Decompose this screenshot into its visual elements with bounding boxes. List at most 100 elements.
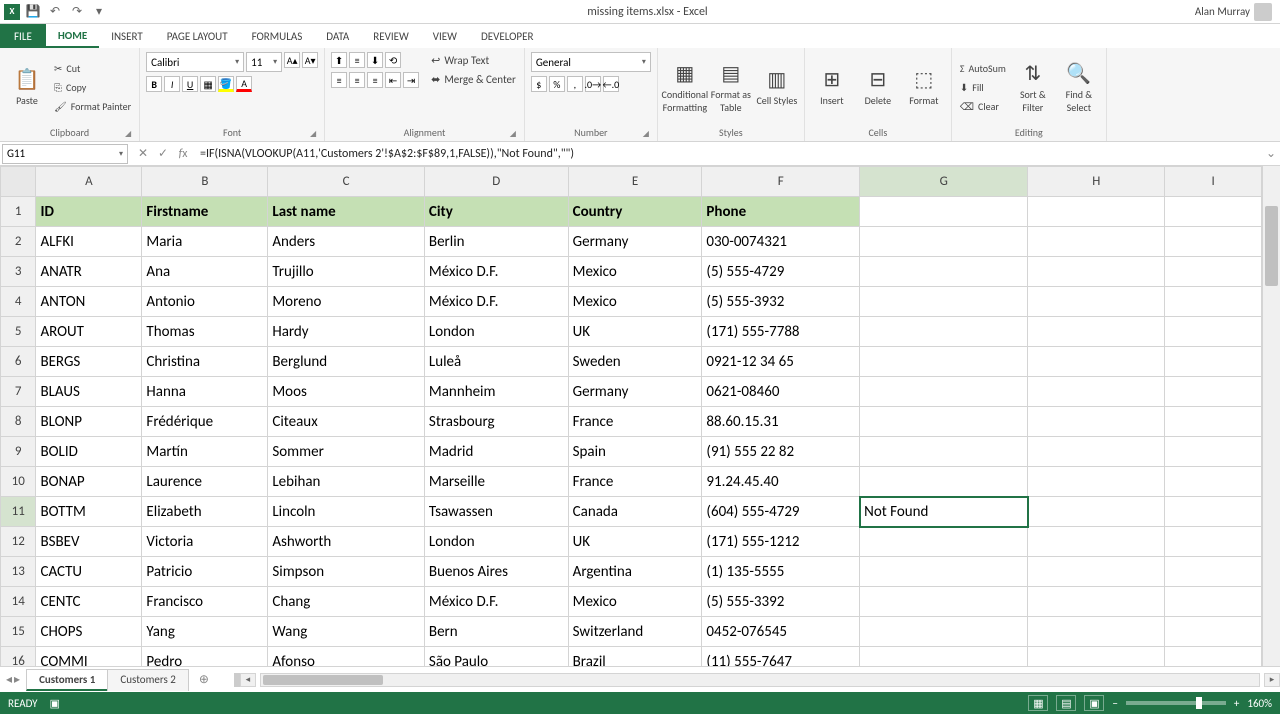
cell[interactable]: Yang <box>142 617 268 647</box>
page-break-view-button[interactable]: ▣ <box>1084 695 1104 711</box>
merge-center-button[interactable]: ⬌Merge & Center <box>429 71 518 88</box>
zoom-slider[interactable] <box>1126 701 1226 705</box>
column-header[interactable]: B <box>142 167 268 197</box>
cell[interactable]: México D.F. <box>424 257 568 287</box>
cell[interactable]: Trujillo <box>268 257 425 287</box>
cell[interactable]: Antonio <box>142 287 268 317</box>
cell[interactable]: London <box>424 527 568 557</box>
cell[interactable]: COMMI <box>36 647 142 667</box>
cell[interactable] <box>1028 227 1165 257</box>
align-center-button[interactable]: ≡ <box>349 72 365 88</box>
ribbon-tab-view[interactable]: VIEW <box>421 24 469 48</box>
row-header[interactable]: 1 <box>1 197 36 227</box>
zoom-level[interactable]: 160% <box>1247 697 1272 710</box>
cell[interactable]: Lincoln <box>268 497 425 527</box>
cell[interactable]: France <box>568 407 702 437</box>
cell[interactable] <box>1028 377 1165 407</box>
ribbon-tab-formulas[interactable]: FORMULAS <box>240 24 315 48</box>
cell[interactable] <box>860 527 1028 557</box>
select-all-corner[interactable] <box>1 167 36 197</box>
cell[interactable]: Germany <box>568 377 702 407</box>
cell[interactable]: Sweden <box>568 347 702 377</box>
formula-input[interactable]: =IF(ISNA(VLOOKUP(A11,'Customers 2'!$A$2:… <box>196 144 1262 164</box>
cell[interactable] <box>1028 617 1165 647</box>
horizontal-scrollbar[interactable] <box>260 673 1260 687</box>
cell[interactable]: Bern <box>424 617 568 647</box>
border-button[interactable]: ▦ <box>200 76 216 92</box>
cell[interactable]: 030-0074321 <box>702 227 860 257</box>
sheet-nav-next-icon[interactable]: ▸ <box>14 672 20 687</box>
cell[interactable]: Not Found <box>860 497 1028 527</box>
ribbon-tab-page-layout[interactable]: PAGE LAYOUT <box>155 24 240 48</box>
new-sheet-button[interactable]: ⊕ <box>194 670 214 690</box>
row-header[interactable]: 11 <box>1 497 36 527</box>
format-cells-button[interactable]: ⬚Format <box>903 52 945 122</box>
cell[interactable]: Moos <box>268 377 425 407</box>
qat-customize-icon[interactable]: ▾ <box>90 3 108 21</box>
cell[interactable]: CHOPS <box>36 617 142 647</box>
cell[interactable]: UK <box>568 317 702 347</box>
align-right-button[interactable]: ≡ <box>367 72 383 88</box>
cell[interactable]: Argentina <box>568 557 702 587</box>
cell[interactable]: Mexico <box>568 257 702 287</box>
decrease-font-button[interactable]: A▾ <box>302 52 318 68</box>
cell[interactable] <box>1028 317 1165 347</box>
cell[interactable] <box>1028 407 1165 437</box>
cell[interactable] <box>860 227 1028 257</box>
fill-button[interactable]: ⬇Fill <box>958 79 1008 96</box>
font-name-select[interactable]: Calibri▾ <box>146 52 244 72</box>
cell[interactable]: BSBEV <box>36 527 142 557</box>
cell[interactable]: ANATR <box>36 257 142 287</box>
cell[interactable]: BLONP <box>36 407 142 437</box>
cell[interactable]: Switzerland <box>568 617 702 647</box>
sheet-nav-prev-icon[interactable]: ◂ <box>6 672 12 687</box>
cell[interactable]: 91.24.45.40 <box>702 467 860 497</box>
cell[interactable] <box>1028 557 1165 587</box>
cell[interactable]: BONAP <box>36 467 142 497</box>
column-header[interactable]: G <box>860 167 1028 197</box>
cell[interactable] <box>1028 257 1165 287</box>
cell[interactable]: ID <box>36 197 142 227</box>
cell[interactable]: Buenos Aires <box>424 557 568 587</box>
decrease-decimal-button[interactable]: ←.0 <box>603 76 619 92</box>
cell[interactable] <box>860 317 1028 347</box>
cell[interactable] <box>1165 617 1262 647</box>
cell[interactable]: Citeaux <box>268 407 425 437</box>
cell[interactable]: Spain <box>568 437 702 467</box>
increase-font-button[interactable]: A▴ <box>284 52 300 68</box>
cell[interactable]: Anders <box>268 227 425 257</box>
cell[interactable]: Pedro <box>142 647 268 667</box>
cell[interactable]: (1) 135-5555 <box>702 557 860 587</box>
cell[interactable]: Madrid <box>424 437 568 467</box>
row-header[interactable]: 4 <box>1 287 36 317</box>
cell[interactable] <box>1165 407 1262 437</box>
cell[interactable] <box>1165 497 1262 527</box>
cell[interactable] <box>1165 317 1262 347</box>
row-header[interactable]: 12 <box>1 527 36 557</box>
decrease-indent-button[interactable]: ⇤ <box>385 72 401 88</box>
cell[interactable]: City <box>424 197 568 227</box>
cell[interactable] <box>1028 287 1165 317</box>
column-header[interactable]: A <box>36 167 142 197</box>
normal-view-button[interactable]: ▦ <box>1028 695 1048 711</box>
column-header[interactable]: H <box>1028 167 1165 197</box>
hscroll-right-icon[interactable]: ▸ <box>1264 673 1280 687</box>
cell[interactable] <box>860 197 1028 227</box>
ribbon-tab-insert[interactable]: INSERT <box>99 24 155 48</box>
wrap-text-button[interactable]: ↩Wrap Text <box>429 52 518 69</box>
row-header[interactable]: 8 <box>1 407 36 437</box>
cell[interactable]: 0621-08460 <box>702 377 860 407</box>
cell[interactable]: CENTC <box>36 587 142 617</box>
cell[interactable] <box>1028 527 1165 557</box>
account-name[interactable]: Alan Murray <box>1187 3 1280 21</box>
cell[interactable]: Country <box>568 197 702 227</box>
cell[interactable]: ALFKI <box>36 227 142 257</box>
fill-color-button[interactable]: 🪣 <box>218 76 234 92</box>
clear-button[interactable]: ⌫Clear <box>958 98 1008 115</box>
increase-indent-button[interactable]: ⇥ <box>403 72 419 88</box>
cell[interactable] <box>1165 257 1262 287</box>
conditional-formatting-button[interactable]: ▦Conditional Formatting <box>664 52 706 122</box>
cell[interactable] <box>860 287 1028 317</box>
cell[interactable]: London <box>424 317 568 347</box>
cell[interactable]: France <box>568 467 702 497</box>
